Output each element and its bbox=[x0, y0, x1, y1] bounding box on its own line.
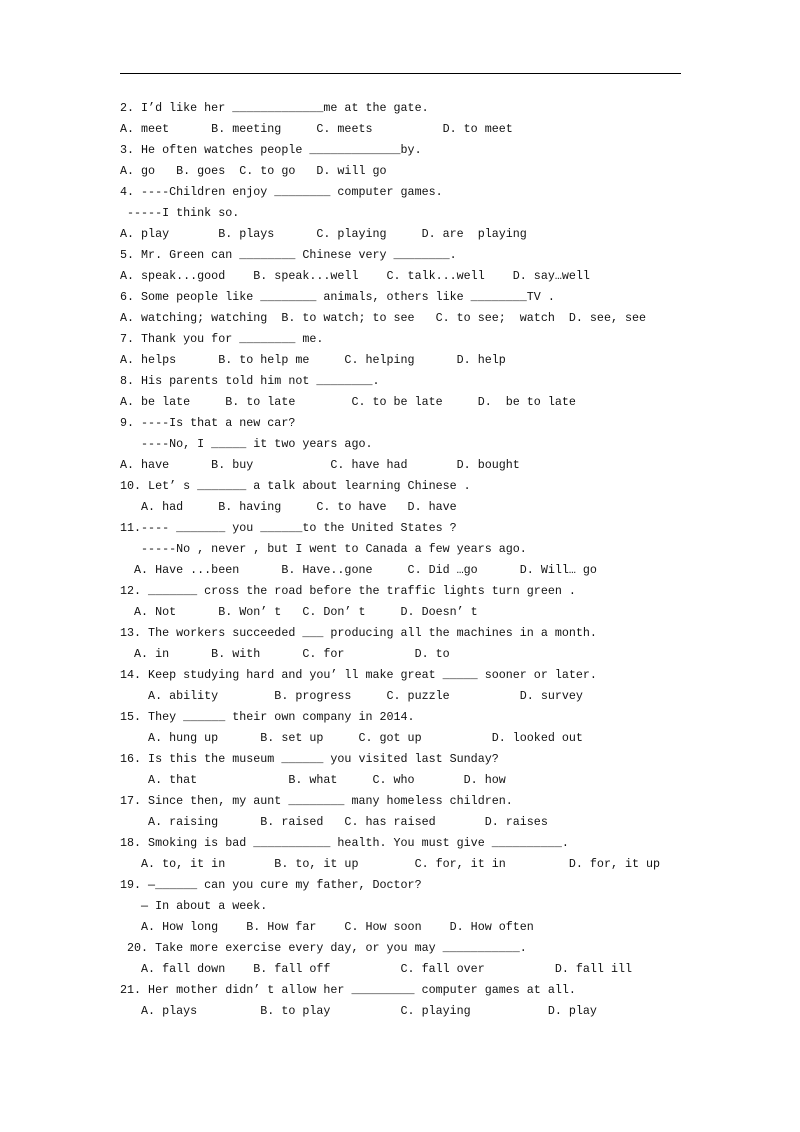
question-line: 20. Take more exercise every day, or you… bbox=[120, 941, 527, 955]
answer-options: A. be late B. to late C. to be late D. b… bbox=[120, 395, 576, 409]
answer-options: A. watching; watching B. to watch; to se… bbox=[120, 311, 647, 325]
question-line: 3. He often watches people _____________… bbox=[120, 143, 422, 157]
question-line: 12. _______ cross the road before the tr… bbox=[120, 584, 576, 598]
question-line: 10. Let’ s _______ a talk about learning… bbox=[120, 479, 471, 493]
question-line: 21. Her mother didn’ t allow her _______… bbox=[120, 983, 576, 997]
answer-options: A. ability B. progress C. puzzle D. surv… bbox=[120, 689, 583, 703]
answer-options: A. How long B. How far C. How soon D. Ho… bbox=[120, 920, 534, 934]
question-line: 19. —______ can you cure my father, Doct… bbox=[120, 878, 422, 892]
question-line: 17. Since then, my aunt ________ many ho… bbox=[120, 794, 513, 808]
answer-options: A. raising B. raised C. has raised D. ra… bbox=[120, 815, 548, 829]
question-line: -----I think so. bbox=[120, 206, 240, 220]
question-line: 5. Mr. Green can ________ Chinese very _… bbox=[120, 248, 457, 262]
answer-options: A. speak...good B. speak...well C. talk.… bbox=[120, 269, 590, 283]
question-line: — In about a week. bbox=[120, 899, 268, 913]
question-line: 15. They ______ their own company in 201… bbox=[120, 710, 415, 724]
question-line: 7. Thank you for ________ me. bbox=[120, 332, 324, 346]
question-line: 13. The workers succeeded ___ producing … bbox=[120, 626, 597, 640]
answer-options: A. had B. having C. to have D. have bbox=[120, 500, 457, 514]
question-line: -----No , never , but I went to Canada a… bbox=[120, 542, 527, 556]
answer-options: A. hung up B. set up C. got up D. looked… bbox=[120, 731, 583, 745]
question-line: 16. Is this the museum ______ you visite… bbox=[120, 752, 499, 766]
answer-options: A. meet B. meeting C. meets D. to meet bbox=[120, 122, 513, 136]
question-line: 2. I’d like her _____________me at the g… bbox=[120, 101, 429, 115]
answer-options: A. have B. buy C. have had D. bought bbox=[120, 458, 520, 472]
question-line: 14. Keep studying hard and you’ ll make … bbox=[120, 668, 597, 682]
answer-options: A. fall down B. fall off C. fall over D.… bbox=[120, 962, 632, 976]
question-line: 4. ----Children enjoy ________ computer … bbox=[120, 185, 443, 199]
answer-options: A. to, it in B. to, it up C. for, it in … bbox=[120, 857, 661, 871]
answer-options: A. that B. what C. who D. how bbox=[120, 773, 506, 787]
question-line: 11.---- _______ you ______to the United … bbox=[120, 521, 457, 535]
answer-options: A. Not B. Won’ t C. Don’ t D. Doesn’ t bbox=[120, 605, 478, 619]
question-line: 8. His parents told him not ________. bbox=[120, 374, 380, 388]
answer-options: A. plays B. to play C. playing D. play bbox=[120, 1004, 597, 1018]
answer-options: A. play B. plays C. playing D. are playi… bbox=[120, 227, 527, 241]
answer-options: A. in B. with C. for D. to bbox=[120, 647, 450, 661]
question-line: 6. Some people like ________ animals, ot… bbox=[120, 290, 555, 304]
header-rule bbox=[120, 73, 681, 74]
question-line: ----No, I _____ it two years ago. bbox=[120, 437, 373, 451]
question-line: 9. ----Is that a new car? bbox=[120, 416, 296, 430]
question-line: 18. Smoking is bad ___________ health. Y… bbox=[120, 836, 569, 850]
answer-options: A. Have ...been B. Have..gone C. Did …go… bbox=[120, 563, 597, 577]
answer-options: A. go B. goes C. to go D. will go bbox=[120, 164, 387, 178]
answer-options: A. helps B. to help me C. helping D. hel… bbox=[120, 353, 506, 367]
